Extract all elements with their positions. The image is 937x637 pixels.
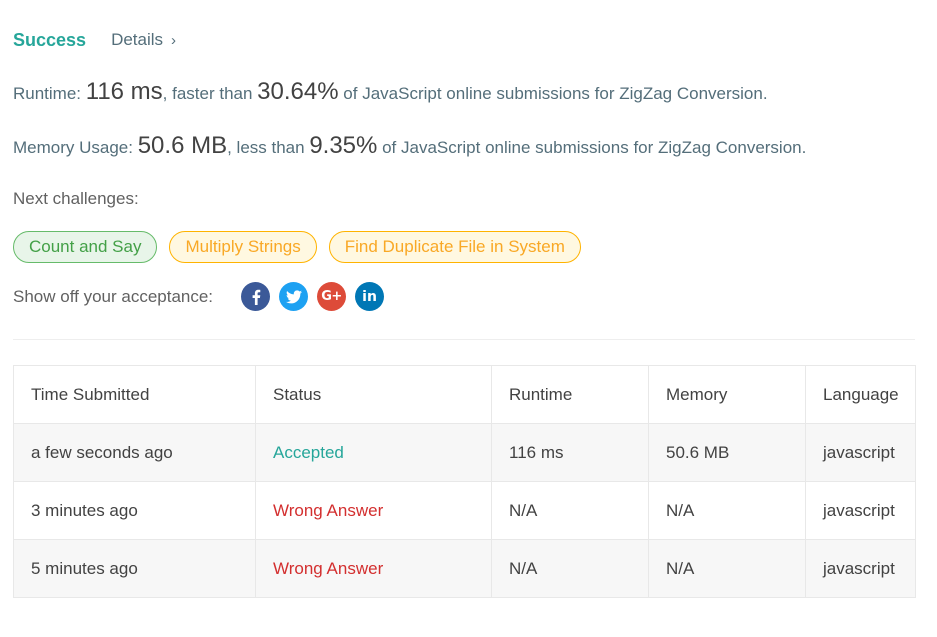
linkedin-icon[interactable]: in: [355, 282, 385, 311]
google-plus-glyph: G+: [321, 289, 342, 304]
cell-runtime: 116 ms: [491, 423, 649, 482]
cell-language: javascript: [805, 539, 916, 598]
memory-mid-text: , less than: [227, 138, 310, 157]
cell-runtime: N/A: [491, 539, 649, 598]
cell-time-submitted: 3 minutes ago: [13, 481, 256, 540]
cell-status-link[interactable]: Wrong Answer: [255, 481, 492, 540]
table-row: a few seconds ago Accepted 116 ms 50.6 M…: [13, 423, 916, 482]
result-header: Success Details ›: [13, 28, 176, 52]
column-header-language: Language: [805, 365, 916, 424]
next-challenges-label: Next challenges:: [13, 189, 139, 208]
column-header-time-submitted: Time Submitted: [13, 365, 256, 424]
memory-stat: Memory Usage: 50.6 MB, less than 9.35% o…: [13, 132, 806, 160]
twitter-icon[interactable]: [279, 282, 309, 311]
cell-runtime: N/A: [491, 481, 649, 540]
runtime-stat: Runtime: 116 ms, faster than 30.64% of J…: [13, 78, 768, 106]
cell-memory: N/A: [648, 481, 806, 540]
table-row: 3 minutes ago Wrong Answer N/A N/A javas…: [13, 481, 916, 540]
cell-language: javascript: [805, 423, 916, 482]
memory-suffix: of JavaScript online submissions for Zig…: [377, 138, 807, 157]
submissions-table: Time Submitted Status Runtime Memory Lan…: [13, 365, 916, 598]
cell-time-submitted: 5 minutes ago: [13, 539, 256, 598]
table-row: 5 minutes ago Wrong Answer N/A N/A javas…: [13, 539, 916, 598]
linkedin-glyph: in: [362, 288, 377, 305]
runtime-suffix: of JavaScript online submissions for Zig…: [338, 84, 768, 103]
result-status-title: Success: [13, 29, 87, 50]
cell-time-submitted: a few seconds ago: [13, 423, 256, 482]
challenge-chip-count-and-say[interactable]: Count and Say: [13, 231, 158, 263]
memory-value: 50.6 MB: [137, 132, 228, 159]
next-challenges-list: Count and Say Multiply Strings Find Dupl…: [13, 231, 581, 263]
cell-status-link[interactable]: Wrong Answer: [255, 539, 492, 598]
runtime-mid-text: , faster than: [162, 84, 258, 103]
column-header-status: Status: [255, 365, 492, 424]
challenge-chip-find-duplicate-file[interactable]: Find Duplicate File in System: [328, 231, 581, 263]
details-link[interactable]: Details ›: [111, 30, 176, 50]
column-header-runtime: Runtime: [491, 365, 649, 424]
runtime-value: 116 ms: [85, 78, 163, 105]
cell-memory: 50.6 MB: [648, 423, 806, 482]
runtime-percent: 30.64%: [257, 78, 339, 105]
runtime-label: Runtime:: [13, 84, 86, 103]
memory-percent: 9.35%: [309, 132, 378, 159]
google-plus-icon[interactable]: G+: [317, 282, 347, 311]
facebook-icon[interactable]: [241, 282, 271, 311]
share-row: Show off your acceptance: G+ in: [13, 282, 393, 311]
cell-status-link[interactable]: Accepted: [255, 423, 492, 482]
share-label: Show off your acceptance:: [13, 286, 214, 306]
column-header-memory: Memory: [648, 365, 806, 424]
details-label: Details: [111, 30, 164, 49]
chevron-right-icon: ›: [171, 31, 177, 49]
cell-memory: N/A: [648, 539, 806, 598]
challenge-chip-multiply-strings[interactable]: Multiply Strings: [169, 231, 317, 263]
table-header-row: Time Submitted Status Runtime Memory Lan…: [13, 365, 916, 424]
section-divider: [13, 339, 915, 340]
cell-language: javascript: [805, 481, 916, 540]
memory-label: Memory Usage:: [13, 138, 138, 157]
